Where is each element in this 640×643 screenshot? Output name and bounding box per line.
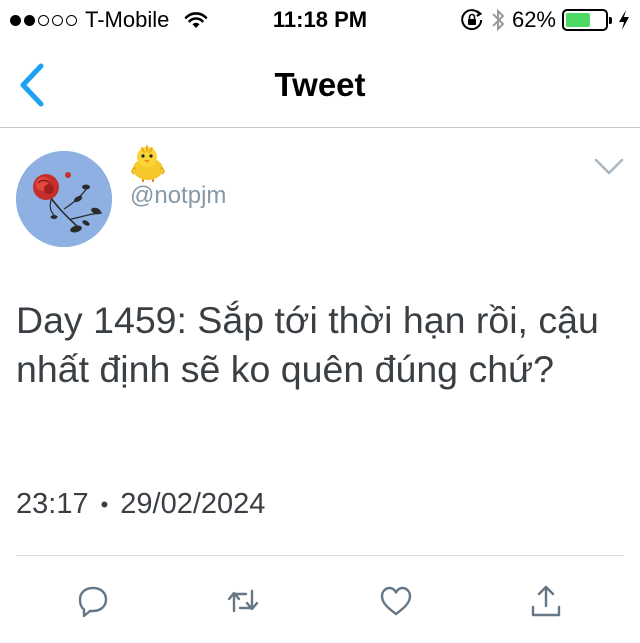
reply-button[interactable] <box>75 583 111 619</box>
tweet-time: 23:17 <box>16 488 89 520</box>
bluetooth-icon <box>492 8 505 32</box>
status-bar-right: 62% <box>460 7 630 33</box>
share-button[interactable] <box>528 583 564 619</box>
navigation-bar: Tweet <box>0 40 640 128</box>
avatar[interactable] <box>16 151 112 247</box>
status-bar: T-Mobile 11:18 PM 62% <box>0 0 640 40</box>
share-icon <box>531 585 561 617</box>
page-title: Tweet <box>274 66 366 103</box>
rose-avatar-image <box>16 151 112 247</box>
baby-chick-emoji <box>131 145 165 182</box>
divider <box>16 555 624 556</box>
tweet-date: 29/02/2024 <box>120 488 266 520</box>
reply-icon <box>78 586 108 618</box>
charging-bolt-icon <box>619 10 629 30</box>
battery-level <box>566 13 590 27</box>
orientation-lock-icon <box>461 9 483 31</box>
like-button[interactable] <box>378 583 414 619</box>
tweet-options-button[interactable] <box>594 158 624 176</box>
like-icon <box>380 586 412 616</box>
retweet-button[interactable] <box>225 583 261 619</box>
tweet-timestamp: 23:17 • 29/02/2024 <box>16 488 265 521</box>
battery-icon <box>562 9 612 31</box>
tweet-text: Day 1459: Sắp tới thời hạn rồi, cậu nhất… <box>16 299 599 390</box>
tweet-author-handle[interactable]: @notpjm <box>130 182 226 210</box>
battery-percent: 62% <box>511 7 556 32</box>
retweet-icon <box>227 589 259 613</box>
meta-separator: • <box>100 491 109 517</box>
chevron-down-icon <box>594 158 624 175</box>
